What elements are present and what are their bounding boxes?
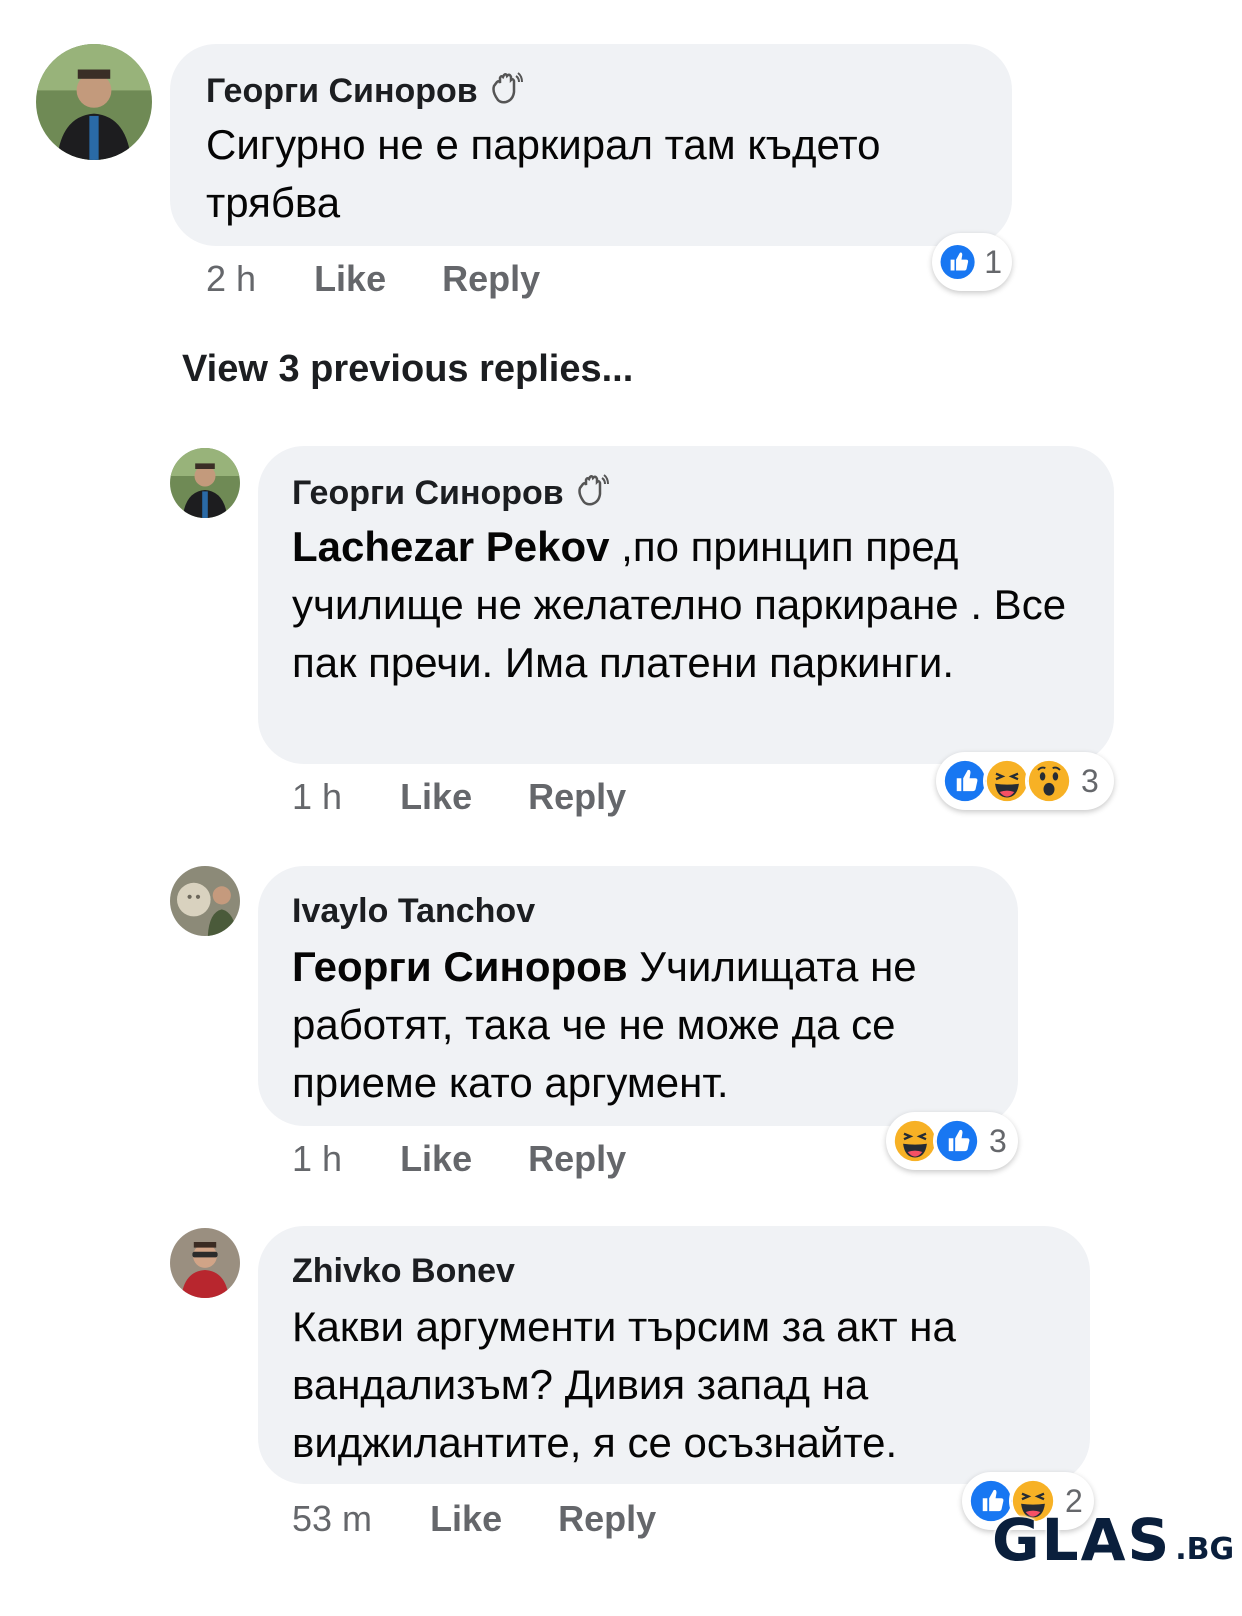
avatar[interactable] (36, 44, 152, 160)
like-icon (937, 238, 979, 286)
avatar[interactable] (170, 448, 240, 518)
comment-actions: 2 h Like Reply (206, 258, 540, 300)
reaction-count: 3 (1081, 762, 1099, 799)
comment-time[interactable]: 1 h (292, 776, 342, 818)
waving-hand-icon (574, 472, 610, 508)
avatar[interactable] (170, 1228, 240, 1298)
mention-link[interactable]: Георги Синоров (292, 943, 628, 990)
like-icon (941, 757, 989, 805)
comment-actions: 53 m Like Reply (292, 1498, 656, 1540)
comment-text: Какви аргументи търсим за акт на вандали… (292, 1303, 956, 1466)
reply-button[interactable]: Reply (528, 1138, 626, 1180)
mention-link[interactable]: Lachezar Pekov (292, 523, 610, 570)
comment-time[interactable]: 1 h (292, 1138, 342, 1180)
author-name[interactable]: Георги Синоров (206, 72, 478, 110)
haha-icon (891, 1117, 939, 1165)
comment-actions: 1 h Like Reply (292, 776, 626, 818)
reaction-count: 3 (989, 1122, 1007, 1159)
like-button[interactable]: Like (430, 1498, 502, 1540)
comment-author[interactable]: Ivaylo Tanchov (292, 892, 535, 931)
reactions-badge[interactable]: 3 (936, 752, 1114, 810)
comment-text: Георги Синоров Училищата не работят, так… (292, 938, 1002, 1112)
comment-text: Lachezar Pekov ,по принцип пред училище … (292, 518, 1092, 692)
reply-button[interactable]: Reply (442, 258, 540, 300)
view-previous-replies-link[interactable]: View 3 previous replies... (182, 348, 633, 391)
comment-author[interactable]: Георги Синоров (206, 70, 524, 111)
avatar[interactable] (170, 866, 240, 936)
reactions-badge[interactable]: 1 (932, 233, 1012, 291)
reactions-badge[interactable]: 3 (886, 1112, 1018, 1170)
like-icon (933, 1117, 981, 1165)
like-button[interactable]: Like (400, 1138, 472, 1180)
reaction-count: 1 (984, 243, 1002, 280)
author-name[interactable]: Георги Синоров (292, 474, 564, 512)
like-button[interactable]: Like (314, 258, 386, 300)
logo-tld: .BG (1175, 1532, 1235, 1567)
reply-button[interactable]: Reply (528, 776, 626, 818)
comment-author[interactable]: Георги Синоров (292, 472, 610, 513)
logo-text: GLAS (992, 1506, 1172, 1574)
comment-time[interactable]: 2 h (206, 258, 256, 300)
glas-logo: GLAS .BG (992, 1500, 1234, 1574)
wow-icon (1025, 757, 1073, 805)
haha-icon (983, 757, 1031, 805)
comment-time[interactable]: 53 m (292, 1498, 372, 1540)
like-button[interactable]: Like (400, 776, 472, 818)
comment-text: Сигурно не е паркирал там където трябва (206, 121, 881, 226)
reply-button[interactable]: Reply (558, 1498, 656, 1540)
comment-author[interactable]: Zhivko Bonev (292, 1252, 515, 1291)
waving-hand-icon (488, 70, 524, 106)
comment-actions: 1 h Like Reply (292, 1138, 626, 1180)
